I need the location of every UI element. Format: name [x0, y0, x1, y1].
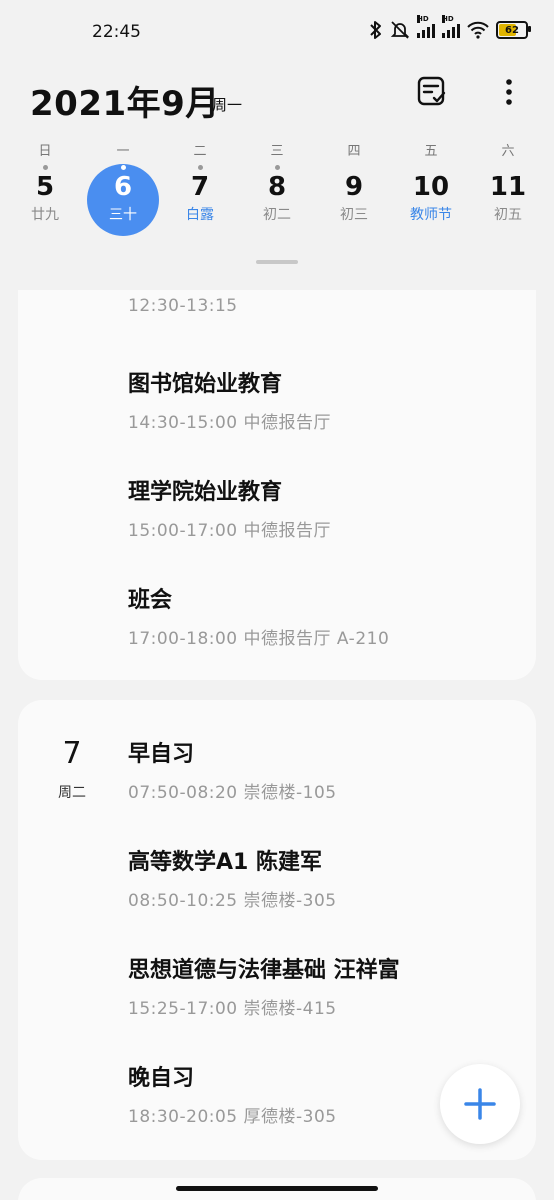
bell-off-icon — [390, 20, 410, 40]
event-dot — [197, 165, 203, 170]
day-weekday: 日 — [38, 144, 52, 159]
add-event-button[interactable] — [440, 1064, 520, 1144]
agenda-view-button[interactable] — [414, 74, 450, 110]
event-dot — [274, 165, 280, 170]
home-indicator[interactable] — [176, 1186, 378, 1191]
day-cell[interactable]: 六 11 初五 — [472, 144, 544, 224]
card-weekday: 周二 — [58, 785, 86, 801]
plus-icon — [464, 1088, 496, 1120]
card-date: 7 — [62, 736, 82, 771]
day-weekday: 二 — [193, 144, 207, 159]
day-number: 6 — [113, 172, 133, 202]
event-meta: 15:00-17:00 中德报告厅 — [128, 521, 332, 541]
event-item[interactable]: 图书馆始业教育 14:30-15:00 中德报告厅 — [128, 366, 331, 433]
event-title: 晚自习 — [128, 1066, 195, 1091]
event-meta: 08:50-10:25 崇德楼-305 — [128, 891, 337, 911]
current-weekday: 周一 — [212, 96, 243, 114]
day-number: 11 — [489, 172, 527, 202]
event-dot — [120, 165, 126, 170]
day-number: 5 — [35, 172, 55, 202]
day-number: 10 — [412, 172, 450, 202]
signal-hd-icon: HD — [417, 15, 435, 38]
status-time: 22:45 — [92, 22, 141, 42]
day-lunar: 初五 — [494, 207, 522, 223]
event-item[interactable]: 高等数学A1 陈建军 08:50-10:25 崇德楼-305 — [128, 844, 337, 911]
event-title: 理学院始业教育 — [128, 480, 283, 505]
hd-label: HD — [442, 15, 454, 23]
event-title: 班会 — [128, 588, 173, 613]
day-lunar: 三十 — [109, 207, 137, 223]
status-icons: HD HD 62 — [369, 15, 531, 40]
schedule-list[interactable]: 12:30-13:15 图书馆始业教育 14:30-15:00 中德报告厅 理学… — [0, 290, 554, 1200]
day-weekday: 六 — [501, 144, 515, 159]
event-dot — [429, 165, 434, 170]
event-meta: 17:00-18:00 中德报告厅 A-210 — [128, 629, 390, 649]
day-lunar: 教师节 — [410, 207, 452, 223]
day-cell-selected[interactable]: 一 6 三十 — [87, 144, 159, 224]
wifi-icon — [467, 21, 489, 39]
day-number: 9 — [344, 172, 364, 202]
day-lunar: 廿九 — [31, 207, 59, 223]
day-cell[interactable]: 日 5 廿九 — [9, 144, 81, 224]
day-lunar: 初三 — [340, 207, 368, 223]
day-lunar: 白露 — [186, 207, 214, 223]
bluetooth-icon — [369, 20, 383, 40]
event-item[interactable]: 晚自习 18:30-20:05 厚德楼-305 — [128, 1060, 337, 1127]
event-meta: 07:50-08:20 崇德楼-105 — [128, 783, 337, 803]
event-dot — [506, 165, 511, 170]
day-cell[interactable]: 五 10 教师节 — [395, 144, 467, 224]
more-options-button[interactable] — [494, 74, 524, 110]
day-number: 8 — [267, 172, 287, 202]
event-item[interactable]: 理学院始业教育 15:00-17:00 中德报告厅 — [128, 474, 331, 541]
list-check-icon — [417, 76, 446, 106]
event-title: 高等数学A1 陈建军 — [128, 850, 322, 875]
signal-hd-icon: HD — [442, 15, 460, 38]
drag-handle[interactable] — [256, 260, 298, 264]
event-title: 思想道德与法律基础 汪祥富 — [128, 958, 400, 983]
day-weekday: 五 — [424, 144, 438, 159]
day-cell[interactable]: 四 9 初三 — [318, 144, 390, 224]
battery-level: 62 — [505, 24, 519, 36]
event-dot — [352, 165, 357, 170]
status-bar: 22:45 HD HD 62 — [0, 0, 554, 60]
day-weekday: 四 — [347, 144, 361, 159]
month-title[interactable]: 2021年9月 — [30, 76, 220, 125]
calendar-header: 2021年9月 周一 日 5 廿九 一 6 三十 二 7 白露 三 8 初二 四… — [0, 60, 554, 290]
event-meta: 14:30-15:00 中德报告厅 — [128, 413, 332, 433]
event-meta: 12:30-13:15 — [128, 296, 238, 316]
event-item[interactable]: 12:30-13:15 — [128, 296, 238, 316]
day-weekday: 一 — [116, 144, 130, 159]
day-cell[interactable]: 二 7 白露 — [164, 144, 236, 224]
battery-icon: 62 — [496, 21, 531, 39]
event-dot — [42, 165, 48, 170]
event-item[interactable]: 早自习 07:50-08:20 崇德楼-105 — [128, 736, 337, 803]
event-meta: 18:30-20:05 厚德楼-305 — [128, 1107, 337, 1127]
hd-label: HD — [417, 15, 429, 23]
day-cell[interactable]: 三 8 初二 — [241, 144, 313, 224]
event-item[interactable]: 班会 17:00-18:00 中德报告厅 A-210 — [128, 582, 389, 649]
day-card: 12:30-13:15 图书馆始业教育 14:30-15:00 中德报告厅 理学… — [18, 290, 536, 680]
day-number: 7 — [190, 172, 210, 202]
event-title: 早自习 — [128, 742, 195, 767]
more-vertical-icon — [506, 79, 512, 105]
event-title: 图书馆始业教育 — [128, 372, 283, 397]
week-strip: 日 5 廿九 一 6 三十 二 7 白露 三 8 初二 四 9 初三 五 10 … — [0, 144, 554, 264]
day-lunar: 初二 — [263, 207, 291, 223]
day-weekday: 三 — [270, 144, 284, 159]
event-meta: 15:25-17:00 崇德楼-415 — [128, 999, 337, 1019]
event-item[interactable]: 思想道德与法律基础 汪祥富 15:25-17:00 崇德楼-415 — [128, 952, 400, 1019]
